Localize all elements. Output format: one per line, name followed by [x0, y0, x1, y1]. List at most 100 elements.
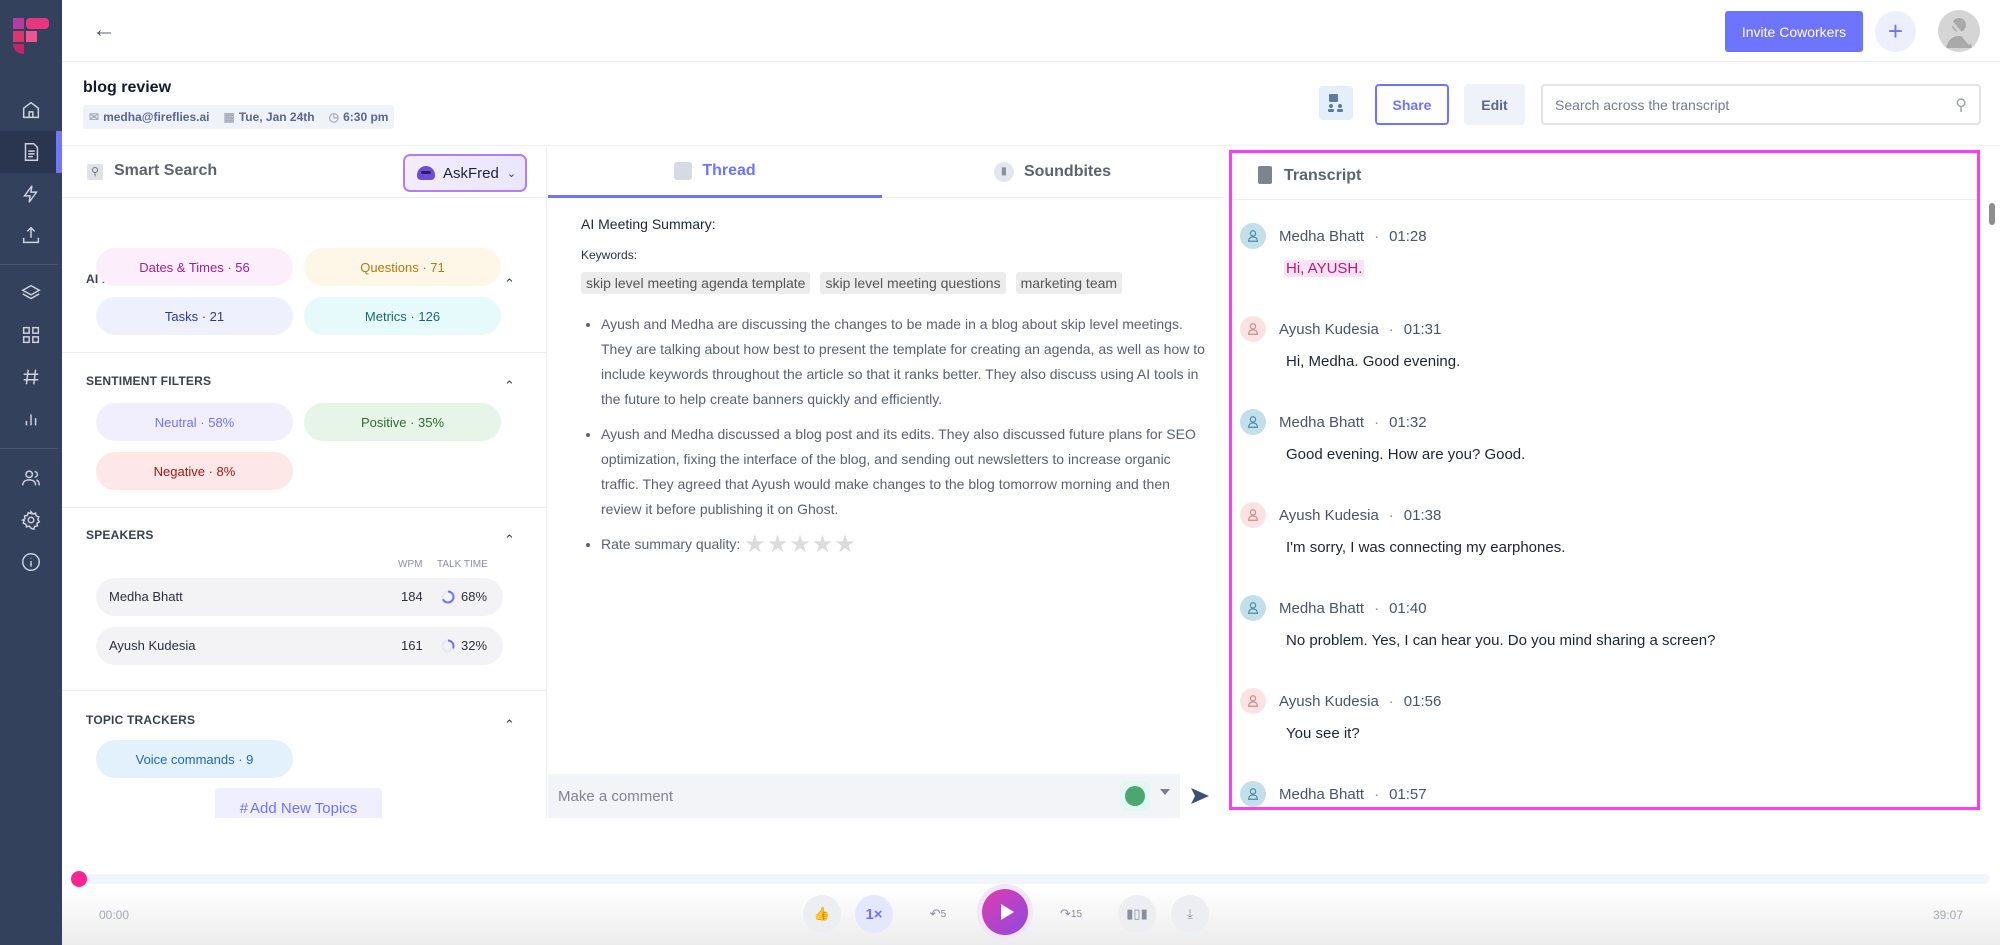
- speaker-name[interactable]: Ayush Kudesia: [1279, 507, 1379, 524]
- speaker-name: Medha Bhatt: [109, 589, 183, 604]
- timestamp[interactable]: 01:32: [1389, 414, 1427, 431]
- timestamp[interactable]: 01:40: [1389, 600, 1427, 617]
- speaker-name[interactable]: Ayush Kudesia: [1279, 321, 1379, 338]
- filter-chip-dates-times[interactable]: Dates & Times · 56: [96, 248, 293, 286]
- info-icon: [22, 553, 40, 571]
- soundbite-button[interactable]: ▮▯▮: [1118, 895, 1156, 933]
- star-icon[interactable]: ★: [834, 533, 856, 557]
- timestamp[interactable]: 01:28: [1389, 228, 1427, 245]
- timestamp[interactable]: 01:57: [1389, 786, 1427, 803]
- utterance-text[interactable]: Hi, AYUSH.: [1284, 260, 1365, 277]
- send-button[interactable]: [1180, 774, 1220, 818]
- search-icon[interactable]: ⚲: [1955, 95, 1967, 115]
- chevron-up-icon[interactable]: ⌃: [504, 378, 518, 393]
- share-button[interactable]: Share: [1375, 84, 1449, 125]
- nav-analytics[interactable]: [0, 398, 62, 440]
- chevron-up-icon[interactable]: ⌃: [504, 717, 518, 732]
- topic-chip-voice-commands[interactable]: Voice commands · 9: [96, 740, 293, 778]
- nav-settings[interactable]: [0, 499, 62, 541]
- speaker-name[interactable]: Medha Bhatt: [1279, 786, 1364, 803]
- visibility-button[interactable]: [1120, 781, 1150, 811]
- invite-coworkers-button[interactable]: Invite Coworkers: [1725, 11, 1863, 52]
- speaker-name[interactable]: Medha Bhatt: [1279, 600, 1364, 617]
- rate-summary: Rate summary quality: ★ ★ ★ ★ ★: [601, 532, 1211, 557]
- timestamp[interactable]: 01:31: [1404, 321, 1442, 338]
- nav-home[interactable]: [0, 89, 62, 131]
- play-button[interactable]: [982, 889, 1028, 935]
- nav-upload[interactable]: [0, 214, 62, 256]
- chevron-up-icon[interactable]: ⌃: [504, 532, 518, 547]
- nav-meetings[interactable]: [0, 131, 62, 173]
- add-button[interactable]: +: [1875, 11, 1916, 52]
- smart-search-panel: ⚲ Smart Search AskFred ⌄ AI FILTERS ⌃ Da…: [62, 146, 547, 818]
- transcript-search-input[interactable]: [1555, 96, 1956, 113]
- star-icon[interactable]: ★: [789, 533, 811, 557]
- sentiment-chip-neutral[interactable]: Neutral · 58%: [96, 403, 293, 441]
- timestamp[interactable]: 01:56: [1404, 693, 1442, 710]
- tab-soundbites[interactable]: ▮ Soundbites: [882, 146, 1223, 198]
- utterance-text[interactable]: I'm sorry, I was connecting my earphones…: [1286, 539, 1565, 556]
- speaker-talk-time: 68%: [461, 589, 488, 604]
- star-icon[interactable]: ★: [767, 533, 789, 557]
- nav-team[interactable]: [0, 457, 62, 499]
- utterance-text[interactable]: You see it?: [1286, 725, 1360, 742]
- user-avatar[interactable]: [1938, 10, 1980, 52]
- separator-dot: ·: [1388, 321, 1394, 338]
- nav-channels[interactable]: [0, 272, 62, 314]
- add-new-topics-button[interactable]: # Add New Topics: [215, 788, 382, 818]
- filter-chip-questions[interactable]: Questions · 71: [304, 248, 501, 286]
- filter-chip-tasks[interactable]: Tasks · 21: [96, 297, 293, 335]
- caret-down-icon[interactable]: [1160, 789, 1170, 795]
- playback-speed-button[interactable]: 1×: [855, 895, 893, 933]
- star-rating[interactable]: ★ ★ ★ ★ ★: [744, 533, 856, 557]
- comment-input[interactable]: [558, 784, 1098, 808]
- utterance-text[interactable]: No problem. Yes, I can hear you. Do you …: [1286, 632, 1715, 649]
- filter-chip-metrics[interactable]: Metrics · 126: [304, 297, 501, 335]
- sentiment-chip-negative[interactable]: Negative · 8%: [96, 452, 293, 490]
- thumbs-up-button[interactable]: 👍: [803, 895, 841, 933]
- nav-integrations[interactable]: [0, 173, 62, 215]
- askfred-dropdown[interactable]: AskFred ⌄: [403, 154, 527, 192]
- transcript-scrollbar[interactable]: [1989, 203, 1995, 225]
- speaker-talk-time: 32%: [461, 638, 488, 653]
- speaker-row[interactable]: Ayush Kudesia 161 32%: [96, 627, 503, 665]
- tab-thread[interactable]: Thread: [548, 146, 882, 198]
- nav-topics[interactable]: [0, 356, 62, 398]
- speaker-view-button[interactable]: [1319, 86, 1353, 120]
- speaker-name[interactable]: Medha Bhatt: [1279, 228, 1364, 245]
- back-arrow-icon[interactable]: ←: [92, 18, 118, 44]
- media-player: 00:00 39:07 👍 1× ↶ 5 ↷ 15 ▮▯▮ ⤓: [62, 818, 2000, 945]
- fireflies-logo[interactable]: [12, 18, 49, 55]
- nav-info[interactable]: [0, 541, 62, 583]
- progress-knob[interactable]: [71, 871, 87, 887]
- transcript-search[interactable]: ⚲: [1541, 84, 1981, 125]
- download-button[interactable]: ⤓: [1171, 895, 1209, 933]
- envelope-icon: ✉: [89, 110, 100, 124]
- rewind-button[interactable]: ↶ 5: [919, 895, 957, 933]
- talk-time-ring: [441, 639, 455, 653]
- speaker-avatar-icon: [1240, 688, 1266, 714]
- speaker-avatar-icon: [1240, 502, 1266, 528]
- utterance-text[interactable]: Hi, Medha. Good evening.: [1286, 353, 1460, 370]
- chevron-up-icon[interactable]: ⌃: [504, 276, 518, 291]
- nav-apps[interactable]: [0, 314, 62, 356]
- transcript-header: Transcript: [1232, 153, 1977, 200]
- speaker-row[interactable]: Medha Bhatt 184 68%: [96, 578, 503, 616]
- hashtag-icon: [23, 369, 39, 385]
- progress-track[interactable]: [72, 874, 1990, 884]
- sentiment-chip-positive[interactable]: Positive · 35%: [304, 403, 501, 441]
- star-icon[interactable]: ★: [812, 533, 834, 557]
- utterance-text[interactable]: Good evening. How are you? Good.: [1286, 446, 1525, 463]
- forward-button[interactable]: ↷ 15: [1052, 895, 1090, 933]
- keyword-tag[interactable]: skip level meeting agenda template: [581, 272, 811, 294]
- speaker-name[interactable]: Medha Bhatt: [1279, 414, 1364, 431]
- nav-divider: [0, 448, 58, 449]
- topic-trackers-section: TOPIC TRACKERS ⌃ Voice commands · 9 # Ad…: [62, 691, 546, 818]
- keyword-tag[interactable]: skip level meeting questions: [820, 272, 1006, 294]
- speaker-name[interactable]: Ayush Kudesia: [1279, 693, 1379, 710]
- timestamp[interactable]: 01:38: [1404, 507, 1442, 524]
- star-icon[interactable]: ★: [744, 533, 766, 557]
- ai-summary: AI Meeting Summary: Keywords: skip level…: [581, 216, 1211, 567]
- keyword-tag[interactable]: marketing team: [1015, 272, 1123, 294]
- edit-button[interactable]: Edit: [1464, 84, 1525, 125]
